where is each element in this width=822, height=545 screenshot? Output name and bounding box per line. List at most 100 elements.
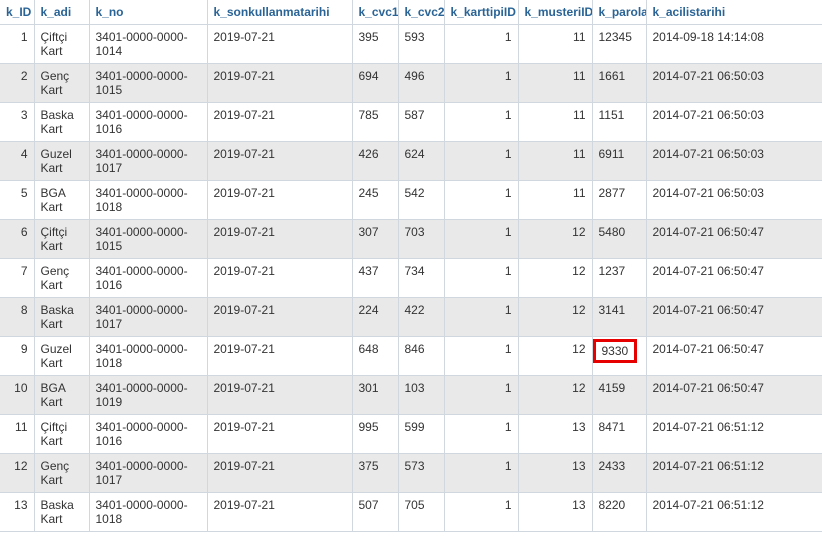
cell-k_ID: 9 — [0, 337, 34, 376]
cell-k_no: 3401-0000-0000-1016 — [89, 103, 207, 142]
table-body: 1Çiftçi Kart3401-0000-0000-10142019-07-2… — [0, 25, 822, 532]
column-header-k_sonkullanmatarihi[interactable]: k_sonkullanmatarihi — [207, 0, 352, 25]
cell-k_cvc2: 846 — [398, 337, 444, 376]
cell-k_acilistarihi: 2014-07-21 06:50:03 — [646, 181, 822, 220]
cell-k_cvc2: 624 — [398, 142, 444, 181]
cell-k_musteriID: 12 — [518, 259, 592, 298]
cell-k_musteriID: 12 — [518, 376, 592, 415]
table-row[interactable]: 1Çiftçi Kart3401-0000-0000-10142019-07-2… — [0, 25, 822, 64]
column-header-k_karttipiID[interactable]: k_karttipiID — [444, 0, 518, 25]
column-header-k_acilistarihi[interactable]: k_acilistarihi — [646, 0, 822, 25]
cell-k_musteriID: 11 — [518, 181, 592, 220]
cell-k_musteriID: 13 — [518, 454, 592, 493]
cell-k_cvc2: 705 — [398, 493, 444, 532]
cell-k_acilistarihi: 2014-07-21 06:51:12 — [646, 415, 822, 454]
cell-k_karttipiID: 1 — [444, 454, 518, 493]
cell-k_ID: 11 — [0, 415, 34, 454]
cell-k_adi: Baska Kart — [34, 493, 89, 532]
table-row[interactable]: 10BGA Kart3401-0000-0000-10192019-07-213… — [0, 376, 822, 415]
cell-k_cvc1: 307 — [352, 220, 398, 259]
cell-k_karttipiID: 1 — [444, 376, 518, 415]
cell-k_musteriID: 12 — [518, 337, 592, 376]
cell-k_cvc2: 734 — [398, 259, 444, 298]
cell-k_cvc1: 426 — [352, 142, 398, 181]
column-header-k_adi[interactable]: k_adi — [34, 0, 89, 25]
cell-k_musteriID: 11 — [518, 64, 592, 103]
cell-k_karttipiID: 1 — [444, 181, 518, 220]
cell-k_cvc2: 103 — [398, 376, 444, 415]
cell-k_adi: Çiftçi Kart — [34, 415, 89, 454]
cell-k_musteriID: 13 — [518, 493, 592, 532]
data-table: k_IDk_adik_nok_sonkullanmatarihik_cvc1k_… — [0, 0, 822, 532]
cell-k_ID: 4 — [0, 142, 34, 181]
cell-k_ID: 1 — [0, 25, 34, 64]
cell-k_acilistarihi: 2014-09-18 14:14:08 — [646, 25, 822, 64]
table-row[interactable]: 11Çiftçi Kart3401-0000-0000-10162019-07-… — [0, 415, 822, 454]
cell-k_sonkullanmatarihi: 2019-07-21 — [207, 259, 352, 298]
cell-k_parola: 2877 — [592, 181, 646, 220]
table-row[interactable]: 3Baska Kart3401-0000-0000-10162019-07-21… — [0, 103, 822, 142]
cell-k_karttipiID: 1 — [444, 415, 518, 454]
cell-k_sonkullanmatarihi: 2019-07-21 — [207, 298, 352, 337]
cell-k_karttipiID: 1 — [444, 220, 518, 259]
cell-k_parola: 6911 — [592, 142, 646, 181]
cell-k_sonkullanmatarihi: 2019-07-21 — [207, 454, 352, 493]
cell-k_no: 3401-0000-0000-1016 — [89, 259, 207, 298]
cell-k_musteriID: 12 — [518, 220, 592, 259]
cell-k_sonkullanmatarihi: 2019-07-21 — [207, 493, 352, 532]
column-header-k_musteriID[interactable]: k_musteriID — [518, 0, 592, 25]
table-row[interactable]: 9Guzel Kart3401-0000-0000-10182019-07-21… — [0, 337, 822, 376]
cell-k_cvc2: 599 — [398, 415, 444, 454]
table-row[interactable]: 2Genç Kart3401-0000-0000-10152019-07-216… — [0, 64, 822, 103]
cell-k_musteriID: 11 — [518, 103, 592, 142]
cell-k_acilistarihi: 2014-07-21 06:51:12 — [646, 454, 822, 493]
column-header-k_cvc2[interactable]: k_cvc2 — [398, 0, 444, 25]
cell-k_parola: 1151 — [592, 103, 646, 142]
table-row[interactable]: 4Guzel Kart3401-0000-0000-10172019-07-21… — [0, 142, 822, 181]
cell-k_cvc2: 496 — [398, 64, 444, 103]
cell-k_sonkullanmatarihi: 2019-07-21 — [207, 142, 352, 181]
table-row[interactable]: 12Genç Kart3401-0000-0000-10172019-07-21… — [0, 454, 822, 493]
cell-k_musteriID: 12 — [518, 298, 592, 337]
cell-k_adi: Baska Kart — [34, 103, 89, 142]
cell-k_no: 3401-0000-0000-1018 — [89, 337, 207, 376]
table-row[interactable]: 7Genç Kart3401-0000-0000-10162019-07-214… — [0, 259, 822, 298]
cell-k_sonkullanmatarihi: 2019-07-21 — [207, 376, 352, 415]
column-header-k_parola[interactable]: k_parola — [592, 0, 646, 25]
cell-k_karttipiID: 1 — [444, 25, 518, 64]
column-header-k_cvc1[interactable]: k_cvc1 — [352, 0, 398, 25]
column-header-k_ID[interactable]: k_ID — [0, 0, 34, 25]
cell-k_karttipiID: 1 — [444, 142, 518, 181]
cell-k_parola: 3141 — [592, 298, 646, 337]
table-row[interactable]: 13 Baska Kart3401-0000-0000-10182019-07-2… — [0, 493, 822, 532]
cell-k_cvc1: 395 — [352, 25, 398, 64]
table-row[interactable]: 6Çiftçi Kart3401-0000-0000-10152019-07-2… — [0, 220, 822, 259]
cell-k_cvc2: 542 — [398, 181, 444, 220]
cell-k_parola: 2433 — [592, 454, 646, 493]
cell-k_no: 3401-0000-0000-1018 — [89, 493, 207, 532]
cell-k_musteriID: 11 — [518, 142, 592, 181]
cell-k_no: 3401-0000-0000-1017 — [89, 454, 207, 493]
cell-k_adi: Çiftçi Kart — [34, 220, 89, 259]
table-row[interactable]: 8Baska Kart3401-0000-0000-10172019-07-21… — [0, 298, 822, 337]
cell-k_cvc1: 507 — [352, 493, 398, 532]
cell-k_no: 3401-0000-0000-1016 — [89, 415, 207, 454]
cell-k_no: 3401-0000-0000-1014 — [89, 25, 207, 64]
cell-k_cvc1: 785 — [352, 103, 398, 142]
cell-k_musteriID: 13 — [518, 415, 592, 454]
table-row[interactable]: 5BGA Kart3401-0000-0000-10182019-07-2124… — [0, 181, 822, 220]
cell-k_karttipiID: 1 — [444, 337, 518, 376]
cell-k_parola: 1237 — [592, 259, 646, 298]
cell-k_sonkullanmatarihi: 2019-07-21 — [207, 103, 352, 142]
cell-k_sonkullanmatarihi: 2019-07-21 — [207, 25, 352, 64]
column-header-k_no[interactable]: k_no — [89, 0, 207, 25]
cell-k_adi: BGA Kart — [34, 376, 89, 415]
cell-k_acilistarihi: 2014-07-21 06:50:03 — [646, 103, 822, 142]
cell-k_ID: 5 — [0, 181, 34, 220]
cell-k_cvc2: 703 — [398, 220, 444, 259]
cell-k_sonkullanmatarihi: 2019-07-21 — [207, 220, 352, 259]
cell-k_parola: 1661 — [592, 64, 646, 103]
cell-k_adi: Guzel Kart — [34, 337, 89, 376]
cell-k_no: 3401-0000-0000-1015 — [89, 220, 207, 259]
cell-k_parola: 12345 — [592, 25, 646, 64]
